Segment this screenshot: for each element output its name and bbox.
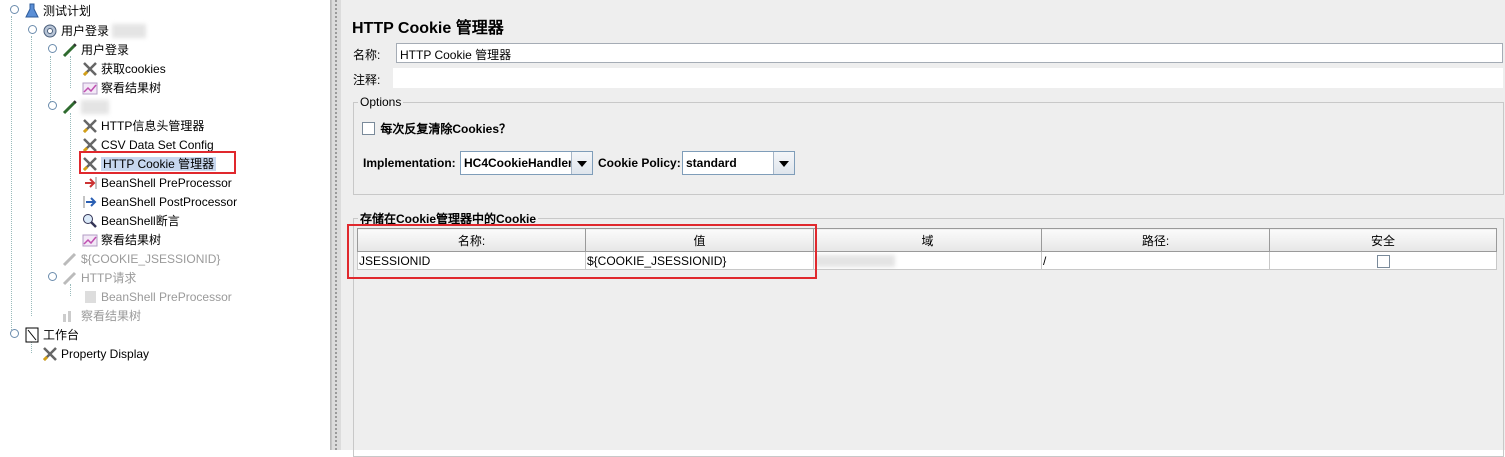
config-tools-icon xyxy=(82,118,98,134)
assertion-magnifier-icon xyxy=(82,213,98,229)
tree-node-workbench[interactable]: 工作台 xyxy=(10,325,80,343)
cookie-policy-label: Cookie Policy: xyxy=(598,156,681,170)
tree-expand-handle[interactable] xyxy=(48,101,57,110)
flask-icon xyxy=(24,3,40,19)
test-plan-tree[interactable]: 测试计划 用户登录 用户登录 获取cookies 察看结果树 HTTP信息头管理… xyxy=(0,0,331,450)
name-label: 名称: xyxy=(353,48,381,62)
tree-node-listener-disabled[interactable]: 察看结果树 xyxy=(62,306,141,324)
sampler-pen-icon xyxy=(62,251,78,267)
cookie-policy-select[interactable]: standard xyxy=(682,151,795,175)
tree-connector xyxy=(70,56,71,88)
tree-connector xyxy=(11,16,12,334)
divider-grip xyxy=(335,0,337,450)
column-header-domain[interactable]: 域 xyxy=(813,228,1042,252)
tree-node-label: 察看结果树 xyxy=(81,308,142,323)
sampler-pen-icon xyxy=(62,99,78,115)
tree-connector xyxy=(31,36,32,316)
tree-node-sampler[interactable] xyxy=(48,97,109,115)
tree-node-label: 用户登录 xyxy=(61,23,110,38)
tree-node-label: BeanShell PreProcessor xyxy=(101,175,232,190)
workbench-icon xyxy=(24,327,40,343)
tree-node-label: HTTP信息头管理器 xyxy=(101,118,205,133)
clear-cookies-label: 每次反复清除Cookies？ xyxy=(380,122,512,136)
cookie-domain-cell[interactable] xyxy=(813,251,1042,270)
cookie-manager-panel: HTTP Cookie 管理器 名称: HTTP Cookie 管理器 注释: … xyxy=(341,0,1505,457)
highlight-box xyxy=(347,224,817,279)
options-group: Options xyxy=(353,95,1504,195)
tree-node-listener[interactable]: 察看结果树 xyxy=(82,78,161,96)
tree-expand-handle[interactable] xyxy=(48,44,57,53)
tree-node-config[interactable]: 获取cookies xyxy=(82,59,166,77)
tree-node-sampler-disabled[interactable]: ${COOKIE_JSESSIONID} xyxy=(62,249,220,267)
config-tools-icon xyxy=(82,61,98,77)
tree-node-sampler-disabled[interactable]: HTTP请求 xyxy=(48,268,137,286)
tree-node-thread-group[interactable]: 用户登录 xyxy=(28,21,147,39)
implementation-select[interactable]: HC4CookieHandler xyxy=(460,151,593,175)
listener-chart-icon xyxy=(82,232,98,248)
tree-connector xyxy=(70,113,71,241)
tree-node-label: 工作台 xyxy=(43,327,80,342)
tree-node-label: 察看结果树 xyxy=(101,80,162,95)
tree-node-label: 测试计划 xyxy=(43,3,92,18)
highlight-box xyxy=(79,151,236,174)
tree-node-label: ${COOKIE_JSESSIONID} xyxy=(81,251,221,266)
name-field[interactable]: HTTP Cookie 管理器 xyxy=(396,43,1503,63)
tree-expand-handle[interactable] xyxy=(10,329,19,338)
tree-node-listener[interactable]: 察看结果树 xyxy=(82,230,161,248)
implementation-label: Implementation: xyxy=(363,156,456,170)
tree-node-label: 用户登录 xyxy=(81,42,130,57)
options-legend: Options xyxy=(360,95,402,109)
preprocessor-icon xyxy=(82,289,98,305)
comment-label: 注释: xyxy=(353,73,381,87)
tree-node-assertion[interactable]: BeanShell断言 xyxy=(82,211,180,229)
thread-group-gear-icon xyxy=(42,23,58,39)
tree-node-label: CSV Data Set Config xyxy=(101,137,214,152)
cookie-secure-cell[interactable] xyxy=(1269,251,1497,270)
sampler-pen-icon xyxy=(62,42,78,58)
config-tools-icon xyxy=(42,346,58,362)
listener-chart-icon xyxy=(82,80,98,96)
listener-chart-icon xyxy=(62,308,78,324)
clear-cookies-checkbox[interactable] xyxy=(362,122,375,135)
chevron-down-icon[interactable] xyxy=(773,152,794,174)
secure-checkbox[interactable] xyxy=(1376,254,1390,268)
tree-node-label: 察看结果树 xyxy=(101,232,162,247)
tree-node-label: Property Display xyxy=(61,346,150,361)
clear-cookies-row[interactable]: 每次反复清除Cookies？ xyxy=(362,120,511,137)
sampler-pen-icon xyxy=(62,270,78,286)
tree-node-config[interactable]: HTTP信息头管理器 xyxy=(82,116,204,134)
tree-node-label: BeanShell PreProcessor xyxy=(101,289,232,304)
cookie-policy-value: standard xyxy=(686,156,737,170)
tree-node-label: 获取cookies xyxy=(101,61,166,76)
preprocessor-arrow-icon xyxy=(82,175,98,191)
tree-expand-handle[interactable] xyxy=(48,272,57,281)
implementation-value: HC4CookieHandler xyxy=(464,156,573,170)
tree-node-property-display[interactable]: Property Display xyxy=(42,344,149,362)
tree-node-sampler[interactable]: 用户登录 xyxy=(48,40,130,58)
tree-expand-handle[interactable] xyxy=(10,5,19,14)
chevron-down-icon[interactable] xyxy=(571,152,592,174)
redacted-text xyxy=(81,99,109,114)
cookie-path-cell[interactable]: / xyxy=(1041,251,1270,270)
redacted-text xyxy=(112,23,147,38)
tree-node-label: BeanShell断言 xyxy=(101,213,180,228)
postprocessor-arrow-icon xyxy=(82,194,98,210)
panel-title: HTTP Cookie 管理器 xyxy=(352,20,504,37)
tree-node-label: HTTP请求 xyxy=(81,270,137,285)
redacted-text xyxy=(815,255,895,268)
column-header-path[interactable]: 路径: xyxy=(1041,228,1270,252)
column-header-secure[interactable]: 安全 xyxy=(1269,228,1497,252)
tree-expand-handle[interactable] xyxy=(28,25,37,34)
tree-node-test-plan[interactable]: 测试计划 xyxy=(10,1,92,19)
tree-node-postprocessor[interactable]: BeanShell PostProcessor xyxy=(82,192,237,210)
tree-node-preprocessor-disabled[interactable]: BeanShell PreProcessor xyxy=(82,287,232,305)
comment-field[interactable] xyxy=(393,68,1503,88)
tree-node-label: BeanShell PostProcessor xyxy=(101,194,238,209)
tree-connector xyxy=(50,56,51,106)
tree-node-preprocessor[interactable]: BeanShell PreProcessor xyxy=(82,173,232,191)
